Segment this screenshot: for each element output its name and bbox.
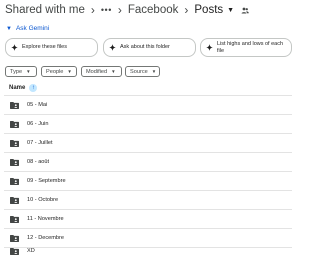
breadcrumb-shared-with-me[interactable]: Shared with me [5, 4, 85, 16]
chevron-right-icon: › [184, 3, 189, 17]
table-row[interactable]: 05 - Mai [4, 96, 292, 114]
shared-folder-icon [10, 101, 19, 109]
breadcrumb-facebook[interactable]: Facebook [128, 4, 179, 16]
filter-modified[interactable]: Modified ▼ [81, 66, 122, 77]
suggestion-label: List highs and lows of each file [217, 41, 284, 54]
shared-folder-icon [10, 139, 19, 147]
column-header-label: Name [9, 85, 26, 91]
suggestion-label: Explore these files [22, 44, 67, 51]
table-row[interactable]: 07 - Juillet [4, 134, 292, 152]
row-name: 05 - Mai [27, 102, 48, 108]
people-icon[interactable] [241, 7, 249, 14]
filter-label: Type [10, 68, 23, 75]
sparkle-icon [11, 44, 18, 51]
sparkle-icon [206, 44, 213, 51]
suggestion-ask-folder[interactable]: Ask about this folder [103, 38, 196, 57]
shared-folder-icon [10, 120, 19, 128]
dropdown-arrow-icon: ▼ [111, 69, 116, 74]
chevron-right-icon: › [117, 3, 122, 17]
filter-label: Source [130, 68, 148, 75]
shared-folder-icon [10, 215, 19, 223]
table-row[interactable]: 11 - Novembre [4, 210, 292, 228]
table-row[interactable]: XD [4, 242, 292, 260]
row-name: 11 - Novembre [27, 216, 64, 222]
table-row[interactable]: 09 - Septembre [4, 172, 292, 190]
caret-down-icon[interactable]: ▼ [227, 7, 234, 14]
filter-label: People [46, 68, 64, 75]
table-row[interactable]: 10 - Octobre [4, 191, 292, 209]
filter-type[interactable]: Type ▼ [5, 66, 37, 77]
drive-page: Shared with me › ••• › Facebook › Posts … [0, 0, 300, 261]
row-name: 06 - Juin [27, 121, 49, 127]
row-name: 08 - août [27, 159, 50, 165]
table-row[interactable]: 06 - Juin [4, 115, 292, 133]
sort-arrow-up-icon[interactable]: ↑ [29, 84, 38, 92]
ask-gemini-toggle[interactable]: ▼ Ask Gemini [6, 25, 49, 32]
chevron-right-icon: › [90, 3, 95, 17]
filter-source[interactable]: Source ▼ [125, 66, 160, 77]
shared-folder-icon [10, 177, 19, 185]
table-row[interactable]: 08 - août [4, 153, 292, 171]
row-name: 10 - Octobre [27, 197, 59, 203]
row-name: XD [27, 248, 35, 254]
shared-folder-icon [10, 196, 19, 204]
breadcrumb: Shared with me › ••• › Facebook › Posts … [5, 2, 249, 18]
shared-folder-icon [10, 158, 19, 166]
dropdown-arrow-icon: ▼ [26, 69, 31, 74]
suggestion-label: Ask about this folder [120, 44, 170, 51]
row-name: 07 - Juillet [27, 140, 53, 146]
column-header-name[interactable]: Name ↑ [9, 84, 38, 92]
dropdown-arrow-icon: ▼ [67, 69, 72, 74]
filter-people[interactable]: People ▼ [41, 66, 77, 77]
suggestion-explore-files[interactable]: Explore these files [5, 38, 98, 57]
row-name: 09 - Septembre [27, 178, 66, 184]
dropdown-arrow-icon: ▼ [151, 69, 157, 74]
suggestion-list-highs-lows[interactable]: List highs and lows of each file [200, 38, 292, 57]
chevron-down-icon: ▼ [6, 25, 12, 32]
ask-gemini-label: Ask Gemini [15, 25, 50, 32]
breadcrumb-more-button[interactable]: ••• [101, 5, 112, 15]
breadcrumb-current-folder[interactable]: Posts [194, 4, 223, 16]
shared-folder-icon [10, 247, 19, 255]
sparkle-icon [109, 44, 116, 51]
filter-label: Modified [86, 68, 108, 75]
